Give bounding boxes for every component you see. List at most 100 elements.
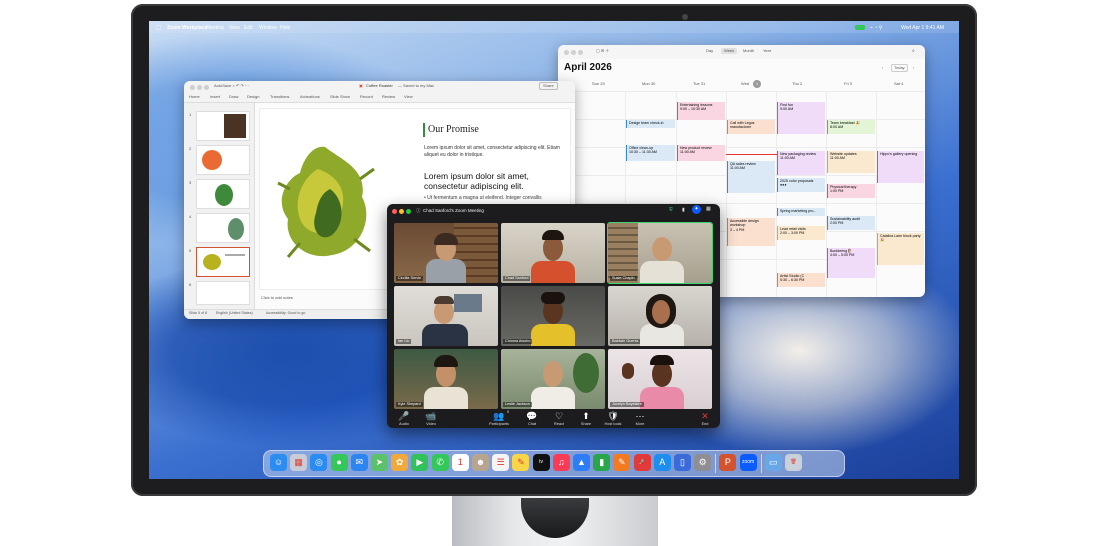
zoom-button[interactable] [204, 85, 209, 90]
event-design-check-in[interactable]: Design team check-in [626, 120, 675, 128]
zoom-button[interactable] [406, 209, 411, 214]
view-year[interactable]: Year [763, 48, 771, 54]
close-button[interactable] [564, 50, 569, 55]
ribbon-tab-transitions[interactable]: Transitions [270, 94, 289, 100]
menu-item-view[interactable]: View [229, 24, 240, 36]
event-entertaining-lessons[interactable]: Entertaining lessons 9:00 – 10:30 AM [677, 102, 725, 120]
event-lead-retail-visits[interactable]: Lead retail visits 2:00 – 3:00 PM [777, 226, 825, 240]
ribbon-tab-home[interactable]: Home [189, 94, 200, 100]
event-sustainability-audit[interactable]: Sustainability audit 2:00 PM [827, 216, 875, 230]
menu-clock[interactable]: Wed Apr 1 9:41 AM [901, 24, 944, 36]
audio-button[interactable]: 🎤 Audio [390, 410, 418, 427]
event-spring-marketing[interactable]: Spring marketing pro... [777, 208, 825, 216]
event-qa-sales-review[interactable]: QA sales review 11:00 AM [727, 161, 775, 193]
music-icon[interactable]: ♫ [552, 454, 570, 471]
reminders-icon[interactable]: ☰ [492, 454, 510, 471]
video-tile-4[interactable]: Ian Liu [394, 286, 498, 346]
view-day[interactable]: Day [706, 48, 713, 54]
notes-pane[interactable]: Click to add notes [261, 295, 293, 301]
contacts-icon[interactable]: ☻ [472, 454, 489, 471]
event-bouldering[interactable]: Bouldering 🧗 4:00 – 5:00 PM [827, 248, 875, 278]
menu-app-name[interactable]: Zoom Workplace [167, 24, 207, 36]
view-week[interactable]: Week [721, 48, 738, 54]
finder-icon[interactable]: ☺ [270, 454, 287, 471]
slide-thumbnail-5-selected[interactable] [196, 247, 250, 277]
launchpad-icon[interactable]: ▦ [290, 454, 308, 471]
facetime-icon[interactable]: ▶ [411, 454, 429, 471]
menu-item-window[interactable]: Window [259, 24, 277, 36]
appletv-icon[interactable]: tv [532, 454, 550, 471]
minimize-button[interactable] [399, 209, 404, 214]
next-week-button[interactable]: › [913, 65, 914, 71]
event-color-proposals[interactable]: 2025 color proposals ●●● [777, 178, 825, 192]
event-block-party[interactable]: Catalina Lane block party 🎉 [877, 233, 924, 265]
event-find-fun[interactable]: Find fun 9:00 AM [777, 102, 825, 134]
downloads-folder-icon[interactable]: ▭ [764, 454, 782, 471]
video-button[interactable]: 📹 Video [417, 410, 445, 427]
powerpoint-icon[interactable]: P [719, 454, 737, 471]
ribbon-tab-review[interactable]: Review [382, 94, 395, 100]
photos-icon[interactable]: ✿ [391, 454, 409, 471]
slide-thumbnail-2[interactable] [196, 145, 250, 175]
slide-thumbnail-6[interactable] [196, 281, 250, 305]
today-button[interactable]: Today [891, 64, 908, 72]
quick-access-toolbar[interactable]: AutoSave ⌂ ↶ ↷ ⋯ [214, 83, 249, 89]
ai-companion-icon[interactable]: ✦ [692, 205, 701, 214]
event-artist-studio[interactable]: Artist Studio (C 5:30 – 6:30 PM [777, 273, 825, 287]
host-tools-button[interactable]: 🛡 Host tools [599, 410, 627, 427]
status-language[interactable]: English (United States) [216, 310, 253, 316]
event-gallery-opening[interactable]: Hippo's gallery opening [877, 151, 924, 183]
ribbon-tab-view[interactable]: View [404, 94, 413, 100]
minimize-button[interactable] [197, 85, 202, 90]
pages-icon[interactable]: ✎ [613, 454, 631, 471]
slide-thumbnail-4[interactable] [196, 213, 250, 243]
event-physical-therapy[interactable]: Physical therapy 1:00 PM [827, 184, 875, 198]
status-icons[interactable]: ⌁ ◔ ⚲ [870, 24, 882, 36]
apple-menu-icon[interactable]:  [156, 24, 161, 36]
ribbon-tab-insert[interactable]: Insert [210, 94, 220, 100]
video-tile-9[interactable]: Jocelyn Bayelaire [608, 349, 712, 409]
event-office-clean-up[interactable]: Office clean-up 10:30 – 11:30 AM [626, 145, 675, 161]
event-legos-call[interactable]: Call with Legos manufacturer [727, 120, 775, 134]
notes-icon[interactable]: ✎ [512, 454, 530, 471]
event-new-packaging-review[interactable]: New packaging review 11:00 AM [777, 151, 825, 175]
prev-week-button[interactable]: ‹ [882, 65, 883, 71]
slide-thumbnail-3[interactable] [196, 179, 250, 209]
video-tile-7[interactable]: Kyle Shepard [394, 349, 498, 409]
rocket-icon[interactable]: 🚀 [633, 454, 651, 471]
menu-item-meeting[interactable]: Meeting [206, 24, 224, 36]
chat-button[interactable]: 💬 Chat [518, 410, 546, 427]
video-tile-6[interactable]: Baldwin Guerra [608, 286, 712, 346]
video-tile-8[interactable]: Leslie Jackson [501, 349, 605, 409]
mail-icon[interactable]: ✉ [350, 454, 368, 471]
numbers-icon[interactable]: ▮ [593, 454, 611, 471]
safari-icon[interactable]: ◎ [310, 454, 328, 471]
ribbon-tab-animations[interactable]: Animations [300, 94, 320, 100]
video-tile-5[interactable]: Chioma Awobo [501, 286, 605, 346]
video-tile-2[interactable]: Chad Sanford [501, 223, 605, 283]
appstore-icon[interactable]: A [653, 454, 671, 471]
event-website-updates[interactable]: Website updates 11:00 AM [827, 151, 875, 173]
gallery-view-icon[interactable]: ▦ [706, 206, 711, 212]
event-team-breakfast[interactable]: Team breakfast 🎉 8:00 AM [827, 120, 875, 134]
keynote-icon[interactable]: ▲ [573, 454, 590, 471]
meeting-info-icon[interactable]: ⓘ [416, 208, 421, 214]
calendar-list-icon[interactable]: ▢ ✉ ＋ [596, 48, 609, 54]
view-month[interactable]: Month [743, 48, 754, 54]
slide-thumbnail-1[interactable] [196, 111, 250, 141]
close-button[interactable] [190, 85, 195, 90]
zoom-button[interactable] [578, 50, 583, 55]
iphone-mirroring-icon[interactable]: ▯ [674, 454, 691, 471]
event-accessible-design-workshop[interactable]: Accessible design workshop 3 – 4 PM [727, 218, 775, 246]
video-tile-1[interactable]: Cecilia Servin [394, 223, 498, 283]
share-button[interactable]: Share [539, 82, 558, 90]
share-screen-button[interactable]: ⬆ Share [572, 410, 600, 427]
settings-icon[interactable]: ⚙ [694, 454, 712, 471]
calendar-icon[interactable]: 1 [451, 454, 469, 471]
event-new-product-review[interactable]: New product review 11:00 AM [677, 145, 725, 161]
ribbon-tab-draw[interactable]: Draw [229, 94, 238, 100]
messages-icon[interactable]: ● [330, 454, 348, 471]
video-tile-3-active-speaker[interactable]: Susie Chapin [607, 222, 713, 284]
trash-icon[interactable]: 🗑 [785, 454, 802, 471]
ribbon-tab-record[interactable]: Record [360, 94, 373, 100]
